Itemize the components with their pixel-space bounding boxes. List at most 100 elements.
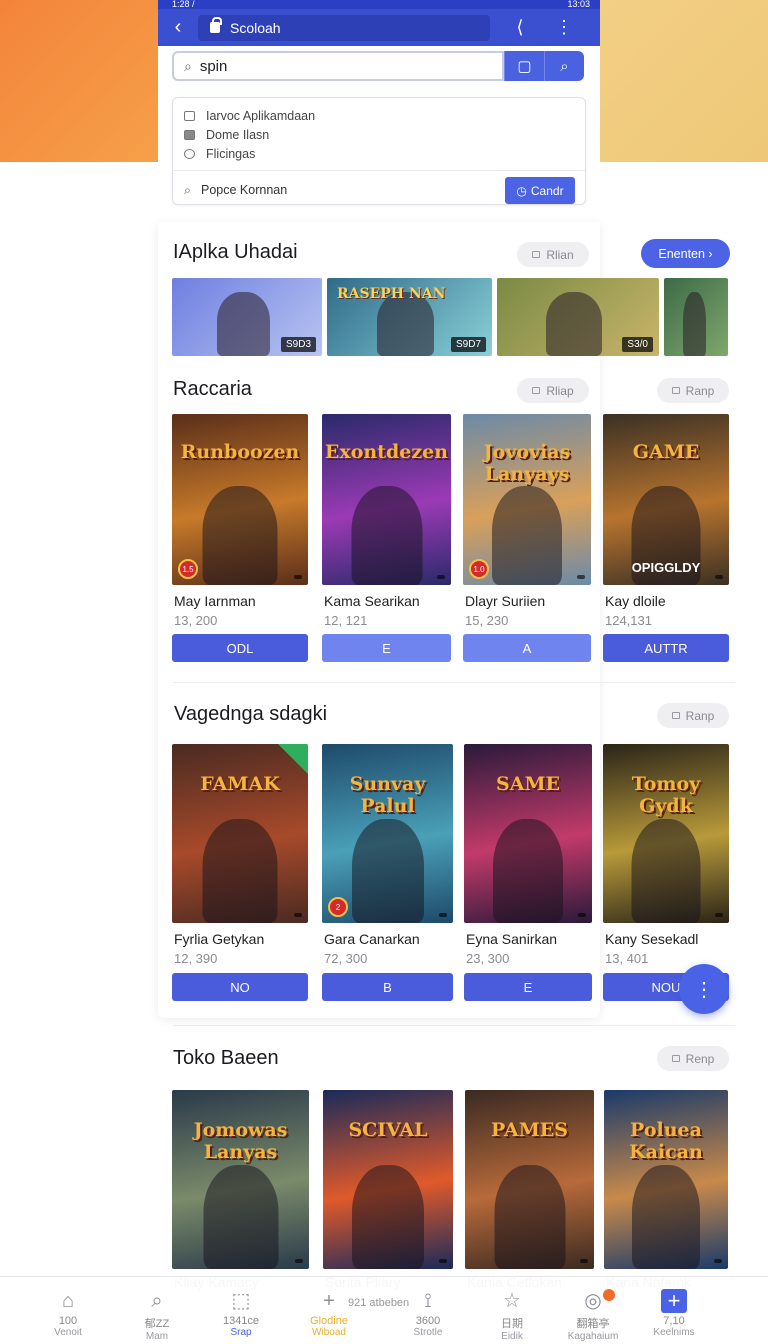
- game-cover[interactable]: Poluea Kaican: [604, 1090, 728, 1269]
- section-title-1: IAplka Uhadai: [173, 241, 298, 263]
- game-cover[interactable]: PAMES: [465, 1090, 594, 1269]
- game-card[interactable]: Runboozen 1.5 May Iarnman 13, 200 ODL: [172, 414, 308, 664]
- url-bar[interactable]: Scoloah: [198, 14, 490, 41]
- banner-card[interactable]: [664, 278, 728, 356]
- game-character: [632, 1165, 700, 1269]
- game-cover-label: OPIGGLDY: [631, 560, 701, 575]
- section-title-4: Toko Baeen: [173, 1047, 279, 1069]
- game-count: 13, 401: [605, 951, 649, 966]
- footer-label: Popce Kornnan: [201, 183, 288, 197]
- game-name: Fyrlia Getykan: [174, 931, 265, 947]
- candidate-button[interactable]: ◷ Candr: [505, 177, 575, 204]
- search-icon: ⌕: [151, 1290, 163, 1312]
- game-action-button[interactable]: E: [322, 634, 451, 662]
- game-cover[interactable]: Jovovias Lanyays 1.0: [463, 414, 591, 585]
- game-action-button[interactable]: A: [463, 634, 591, 662]
- banner-card[interactable]: RASEPH NAN S9D7: [327, 278, 492, 356]
- game-name: Kama Searikan: [324, 593, 420, 609]
- search-icon: ⌕: [184, 183, 192, 197]
- section-2-pill[interactable]: Rliap: [517, 378, 589, 403]
- game-cover[interactable]: Exontdezen: [322, 414, 451, 585]
- game-cover-title: Poluea Kaican: [629, 1119, 703, 1163]
- game-cover[interactable]: SCIVAL: [323, 1090, 453, 1269]
- game-cover[interactable]: Sunvay Palul 2: [322, 744, 453, 923]
- game-card[interactable]: FAMAK Fyrlia Getykan 12, 390 NO: [172, 744, 308, 1003]
- banner-card[interactable]: S3/0: [497, 278, 659, 356]
- suggestion-label: Flicingas: [206, 146, 256, 161]
- share-icon[interactable]: ⟨: [498, 17, 542, 38]
- game-action-button[interactable]: ODL: [172, 634, 308, 662]
- game-action-button[interactable]: NO: [172, 973, 308, 1001]
- nav-value: 1341ce: [222, 1315, 260, 1327]
- game-action-button[interactable]: AUTTR: [603, 634, 729, 662]
- section-1-pill[interactable]: Rlian: [517, 242, 589, 267]
- game-cover-title: GAME: [632, 441, 700, 463]
- game-character: [492, 486, 562, 585]
- game-cover[interactable]: Jomowas Lanyas: [172, 1090, 309, 1269]
- game-cover[interactable]: FAMAK: [172, 744, 308, 923]
- nav-item[interactable]: ⬚ 1341ce Srap: [201, 1287, 281, 1338]
- banner-character: [545, 292, 603, 356]
- new-corner-badge: [278, 744, 308, 774]
- nav-item[interactable]: ☆ 日期 Eidik: [472, 1287, 552, 1342]
- rating-badge: 1.0: [469, 559, 489, 579]
- suggestion-item[interactable]: Dome Ilasn: [184, 125, 585, 144]
- banner-character: [683, 292, 706, 356]
- game-character: [351, 819, 424, 923]
- suggestion-item[interactable]: Flicingas: [184, 144, 585, 163]
- game-action-button[interactable]: B: [322, 973, 453, 1001]
- game-cover-title: SAME: [496, 773, 560, 795]
- game-cover-title: Tomoy Gydk: [631, 773, 701, 817]
- pill-label: Renp: [685, 1051, 715, 1066]
- clipboard-button[interactable]: ▢: [504, 51, 544, 81]
- banner-tag: S9D7: [450, 337, 486, 352]
- game-character: [351, 486, 422, 585]
- game-card[interactable]: Jovovias Lanyays 1.0 Dlayr Suriien 15, 230 A: [463, 414, 591, 664]
- game-cover[interactable]: Tomoy Gydk: [603, 744, 729, 923]
- game-card[interactable]: SAME Eyna Sanirkan 23, 300 E: [464, 744, 592, 1003]
- add-square-icon: +: [634, 1287, 714, 1315]
- nav-item[interactable]: ⌕ 郁ZZ Mam: [117, 1287, 197, 1342]
- search-button[interactable]: ⌕: [544, 51, 584, 81]
- pill-label: Rlian: [546, 247, 574, 262]
- more-button[interactable]: Enenten ›: [641, 239, 730, 268]
- clock-icon: ◷: [516, 183, 527, 198]
- nav-item[interactable]: + Glodine Wiboad: [289, 1287, 369, 1338]
- card-icon: [184, 129, 195, 140]
- age-badge: [294, 575, 302, 579]
- suggestion-label: Iarvoc Aplikamdaan: [206, 108, 316, 123]
- age-badge: [295, 1259, 303, 1263]
- game-cover[interactable]: Runboozen 1.5: [172, 414, 308, 585]
- search-input[interactable]: ⌕ spin: [172, 51, 504, 81]
- game-name: Dlayr Suriien: [465, 593, 546, 609]
- banner-card[interactable]: S9D3: [172, 278, 322, 356]
- nav-value: 日期: [501, 1318, 523, 1330]
- nav-item[interactable]: ⟟ 3600 Strotle: [388, 1287, 468, 1338]
- game-cover[interactable]: SAME: [464, 744, 592, 923]
- search-row: ⌕ spin ▢ ⌕: [172, 51, 586, 81]
- back-icon[interactable]: ‹: [158, 16, 198, 39]
- notification-dot: [603, 1289, 615, 1301]
- section-2-pill-right[interactable]: Ranp: [657, 378, 729, 403]
- age-badge: [714, 1259, 722, 1263]
- banner-tag: S9D3: [280, 337, 316, 352]
- game-card[interactable]: GAME OPIGGLDY Kay dloile 124,131 AUTTR: [603, 414, 729, 664]
- game-action-button[interactable]: E: [464, 973, 592, 1001]
- suggestion-item[interactable]: Iarvoc Aplikamdaan: [184, 106, 585, 125]
- game-cover[interactable]: GAME OPIGGLDY: [603, 414, 729, 585]
- game-cover-title: Jovovias Lanyays: [483, 441, 571, 485]
- more-vertical-icon: ⋮: [694, 978, 714, 1001]
- nav-item[interactable]: +7,10 Keelnims: [634, 1287, 714, 1339]
- fab-more-button[interactable]: ⋮: [679, 964, 729, 1014]
- game-card[interactable]: Sunvay Palul 2 Gara Canarkan 72, 300 B: [322, 744, 453, 1003]
- game-card[interactable]: Exontdezen Kama Searikan 12, 121 E: [322, 414, 451, 664]
- game-cover-title: SCIVAL: [348, 1119, 428, 1141]
- search-value: spin: [199, 57, 228, 75]
- age-badge: [580, 1259, 588, 1263]
- nav-item[interactable]: ◎ 翻箱亭 Kagahaium: [553, 1287, 633, 1342]
- section-4-pill[interactable]: Renp: [657, 1046, 729, 1071]
- suggestion-footer-text[interactable]: ⌕ Popce Kornnan: [184, 183, 287, 198]
- nav-item[interactable]: ⌂ 100 Venoit: [28, 1287, 108, 1338]
- more-vertical-icon[interactable]: ⋮: [542, 17, 586, 38]
- section-3-pill[interactable]: Ranp: [657, 703, 729, 728]
